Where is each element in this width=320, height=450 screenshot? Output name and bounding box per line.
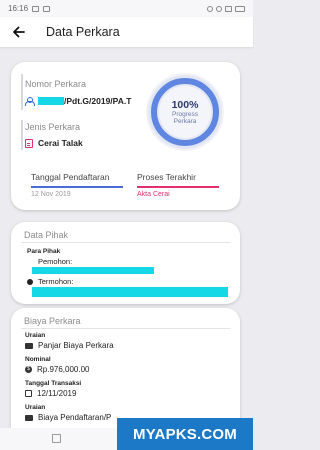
progress-ring: 100% Progress Perkara [148, 75, 222, 149]
case-number-block: Nomor Perkara /Pdt.G/2019/PA.T [25, 79, 131, 106]
signal-icon [225, 5, 232, 12]
progress-label-2: Perkara [173, 118, 197, 125]
transaction-date-block: Tanggal Transaksi 12/11/2019 [25, 380, 81, 398]
status-time: 16:16 [8, 4, 29, 13]
progress-percent: 100% [171, 98, 199, 111]
description-label: Uraian [25, 332, 46, 339]
alarm-icon [207, 5, 213, 12]
redacted-block [38, 97, 64, 105]
case-type-block: Jenis Perkara Cerai Talak [25, 122, 83, 148]
wifi-icon [216, 5, 222, 12]
image-icon [43, 5, 51, 12]
back-arrow-icon [13, 26, 25, 38]
case-number-value: /Pdt.G/2019/PA.T [64, 96, 132, 106]
nominal-label: Nominal [25, 356, 51, 363]
wallet-icon [25, 342, 33, 349]
divider [21, 328, 230, 329]
registration-date-label: Tanggal Pendaftaran [31, 172, 110, 182]
document-icon [25, 138, 33, 148]
redacted-block [32, 287, 228, 297]
page-title: Data Perkara [46, 25, 120, 39]
status-bar: 16:16 [0, 0, 253, 17]
respondent-label: Termohon: [38, 277, 74, 286]
parties-label: Para Pihak [27, 248, 61, 255]
redacted-block [32, 267, 154, 274]
progress-label-1: Progress [171, 110, 198, 118]
applicant-label: Pemohon: [38, 257, 73, 266]
parties-section-title: Data Pihak [24, 230, 69, 240]
description-label-2: Uraian [25, 404, 46, 411]
notification-icon [32, 5, 40, 12]
calendar-icon [25, 390, 32, 397]
watermark: MYAPKS.COM [117, 418, 253, 450]
divider [21, 242, 230, 243]
nominal-block: Nominal $ Rp.976,000.00 [25, 356, 90, 374]
cost-description-block-2: Uraian Biaya Pendaftaran/P [25, 404, 111, 422]
case-type-value: Cerai Talak [38, 138, 83, 148]
person-icon [25, 96, 35, 106]
recent-apps-button[interactable] [52, 434, 61, 443]
last-process-block: Proses Terakhir Akta Cerai [137, 172, 219, 198]
bullet-icon [27, 278, 33, 285]
description-value: Panjar Biaya Perkara [38, 341, 114, 350]
divider [21, 74, 23, 110]
divider [21, 120, 23, 150]
last-process-label: Proses Terakhir [137, 172, 196, 182]
costs-card: Biaya Perkara Uraian Panjar Biaya Perkar… [11, 308, 240, 428]
registration-date-value: 12 Nov 2019 [31, 190, 71, 198]
case-summary-card: Nomor Perkara /Pdt.G/2019/PA.T Jenis Per… [11, 62, 240, 210]
last-process-value: Akta Cerai [137, 190, 170, 198]
battery-icon [235, 5, 245, 12]
back-button[interactable] [10, 23, 28, 41]
wallet-icon [25, 414, 33, 421]
nominal-value: Rp.976,000.00 [37, 365, 90, 374]
pink-underline [137, 186, 219, 188]
registration-date-block: Tanggal Pendaftaran 12 Nov 2019 [31, 172, 123, 198]
case-type-label: Jenis Perkara [25, 122, 81, 132]
description-value-2: Biaya Pendaftaran/P [38, 413, 112, 422]
transaction-date-value: 12/11/2019 [37, 389, 77, 398]
app-bar: Data Perkara [0, 17, 253, 47]
transaction-date-label: Tanggal Transaksi [25, 380, 82, 387]
parties-card: Data Pihak Para Pihak Pemohon: Termohon: [11, 222, 240, 304]
blue-underline [31, 186, 123, 188]
costs-section-title: Biaya Perkara [24, 316, 81, 326]
cost-description-block: Uraian Panjar Biaya Perkara [25, 332, 114, 350]
case-number-label: Nomor Perkara [25, 79, 87, 89]
dollar-icon: $ [25, 366, 32, 373]
